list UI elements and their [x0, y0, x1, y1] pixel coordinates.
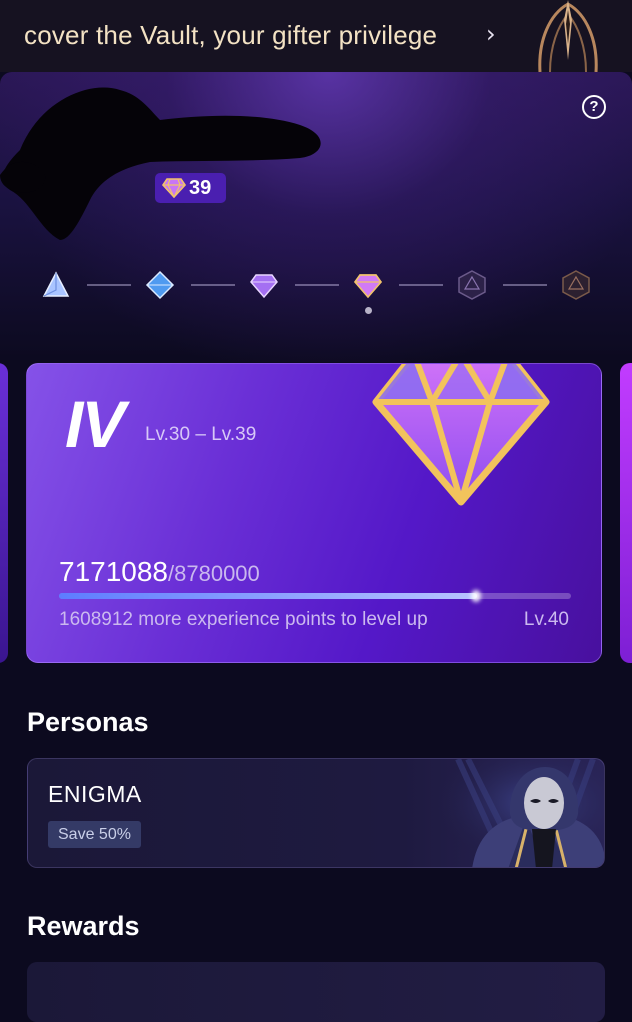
current-tier-indicator: [365, 307, 372, 314]
level-card[interactable]: IV Lv.30 – Lv.39 7171088/8780000 1608912…: [26, 363, 602, 663]
gem-count: 39: [189, 176, 212, 199]
vault-ornament-icon: [538, 0, 598, 72]
masked-hooded-figure-icon: [428, 759, 604, 867]
chevron-right-icon[interactable]: ›: [486, 20, 496, 48]
tier-numeral: IV: [65, 387, 125, 461]
vault-banner[interactable]: cover the Vault, your gifter privilege ›: [0, 0, 632, 72]
tier-connector: [191, 284, 235, 286]
next-level-label: Lv.40: [523, 609, 569, 630]
tier-3-diamond-icon[interactable]: [249, 270, 279, 300]
tier-connector: [295, 284, 339, 286]
xp-remaining-note: 1608912 more experience points to level …: [59, 609, 428, 630]
diamond-gem-icon: [162, 178, 186, 198]
next-tier-card[interactable]: [620, 363, 632, 663]
gem-count-badge[interactable]: 39: [155, 173, 226, 203]
xp-progress-bar: [59, 593, 571, 599]
tier-diamond-icon: [372, 364, 550, 506]
xp-progress-fill: [59, 593, 478, 599]
xp-current: 7171088: [59, 556, 169, 587]
question-circle-icon[interactable]: ?: [582, 95, 606, 119]
banner-text: cover the Vault, your gifter privilege: [24, 20, 438, 50]
tier-5-hexagon-icon[interactable]: [457, 270, 487, 300]
discount-badge: Save 50%: [48, 821, 141, 848]
persona-card-enigma[interactable]: ENIGMA Save 50%: [27, 758, 605, 868]
tier-6-hexagon-icon[interactable]: [561, 270, 591, 300]
tier-4-diamond-icon[interactable]: [353, 270, 383, 300]
tier-connector: [503, 284, 547, 286]
rewards-card[interactable]: [27, 962, 605, 1022]
xp-total: /8780000: [168, 561, 260, 586]
xp-value: 7171088/8780000: [59, 556, 260, 588]
tier-2-crystal-icon[interactable]: [145, 270, 175, 300]
previous-tier-card[interactable]: [0, 363, 8, 663]
tier-connector: [399, 284, 443, 286]
personas-heading: Personas: [27, 707, 149, 737]
redacted-username: [0, 87, 321, 240]
level-range: Lv.30 – Lv.39: [145, 424, 257, 445]
rewards-heading: Rewards: [27, 911, 140, 941]
persona-name: ENIGMA: [48, 781, 142, 807]
tier-1-crystal-icon[interactable]: [41, 270, 71, 300]
tier-connector: [87, 284, 131, 286]
